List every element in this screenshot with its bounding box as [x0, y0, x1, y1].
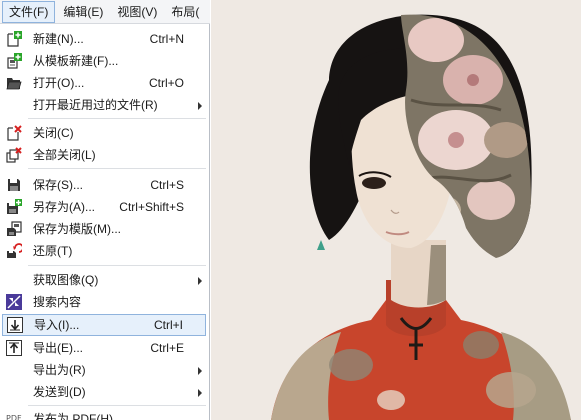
menu-item-export-as[interactable]: 导出为(R) — [0, 359, 208, 381]
menu-bar: 文件(F) 编辑(E) 视图(V) 布局( — [0, 0, 210, 24]
search-content-icon — [6, 294, 22, 310]
menu-item-label: 发布为 PDF(H)... — [33, 412, 123, 420]
menu-item-label: 获取图像(Q) — [33, 273, 99, 287]
menu-item-publish-pdf[interactable]: PDF 发布为 PDF(H)... — [0, 408, 208, 420]
new-from-template-icon — [7, 53, 22, 69]
submenu-arrow-icon — [198, 102, 202, 110]
menu-file[interactable]: 文件(F) — [2, 0, 56, 23]
menu-item-shortcut: Ctrl+O — [148, 76, 184, 90]
menu-item-label: 导入(I)... — [34, 318, 80, 332]
menu-item-save-as-template[interactable]: 保存为模版(M)... — [0, 218, 208, 240]
file-menu-dropdown: 新建(N)... Ctrl+N 从模板新建(F)... 打开(O)... Ctr… — [0, 24, 210, 420]
menu-item-label: 导出(E)... — [33, 341, 83, 355]
submenu-arrow-icon — [198, 367, 202, 375]
menu-separator — [28, 265, 206, 266]
menu-item-send-to[interactable]: 发送到(D) — [0, 381, 208, 403]
menu-view[interactable]: 视图(V) — [111, 1, 163, 23]
close-document-icon — [7, 125, 22, 141]
menu-item-shortcut: Ctrl+I — [153, 318, 183, 332]
submenu-arrow-icon — [198, 389, 202, 397]
menu-layout[interactable]: 布局( — [165, 1, 205, 23]
export-icon — [6, 340, 22, 356]
menu-item-label: 搜索内容 — [33, 295, 82, 309]
document-canvas-image — [211, 0, 581, 420]
menu-item-label: 全部关闭(L) — [33, 148, 96, 162]
menu-separator — [28, 168, 206, 169]
menu-item-shortcut: Ctrl+S — [150, 178, 184, 192]
menu-item-save[interactable]: 保存(S)... Ctrl+S — [0, 174, 208, 196]
menu-item-label: 保存为模版(M)... — [33, 222, 121, 236]
menu-item-new[interactable]: 新建(N)... Ctrl+N — [0, 28, 208, 50]
import-icon — [7, 317, 23, 333]
menu-item-acquire-image[interactable]: 获取图像(Q) — [0, 269, 208, 291]
menu-item-save-as[interactable]: 另存为(A)... Ctrl+Shift+S — [0, 196, 208, 218]
menu-item-label: 新建(N)... — [33, 32, 84, 46]
menu-item-label: 保存(S)... — [33, 178, 83, 192]
menu-item-close-all[interactable]: 全部关闭(L) — [0, 144, 208, 166]
folder-open-icon — [6, 78, 22, 90]
pdf-icon: PDF — [6, 414, 22, 420]
menu-item-shortcut: Ctrl+Shift+S — [119, 200, 184, 214]
menu-separator — [28, 118, 206, 119]
menu-edit[interactable]: 编辑(E) — [57, 1, 109, 23]
save-icon — [8, 179, 20, 191]
menu-item-search-content[interactable]: 搜索内容 — [0, 291, 208, 313]
menu-item-shortcut: Ctrl+E — [150, 341, 184, 355]
menu-item-label: 导出为(R) — [33, 363, 86, 377]
submenu-arrow-icon — [198, 277, 202, 285]
menu-item-revert[interactable]: 还原(T) — [0, 240, 208, 262]
menu-item-export[interactable]: 导出(E)... Ctrl+E — [0, 337, 208, 359]
save-as-icon — [7, 199, 22, 214]
menu-separator — [28, 405, 206, 406]
menu-item-label: 发送到(D) — [33, 385, 86, 399]
menu-item-label: 另存为(A)... — [33, 200, 95, 214]
illustration-girl-portrait — [271, 14, 571, 420]
menu-item-new-from-template[interactable]: 从模板新建(F)... — [0, 50, 208, 72]
menu-item-open[interactable]: 打开(O)... Ctrl+O — [0, 72, 208, 94]
menu-item-close[interactable]: 关闭(C) — [0, 122, 208, 144]
close-all-icon — [6, 147, 22, 163]
new-document-icon — [7, 31, 22, 47]
menu-item-open-recent[interactable]: 打开最近用过的文件(R) — [0, 94, 208, 116]
menu-item-label: 从模板新建(F)... — [33, 54, 119, 68]
menu-item-label: 还原(T) — [33, 244, 73, 258]
menu-item-label: 关闭(C) — [33, 126, 74, 140]
revert-icon — [7, 243, 22, 258]
save-template-icon — [7, 221, 22, 236]
menu-item-import[interactable]: 导入(I)... Ctrl+I — [2, 314, 206, 336]
menu-item-shortcut: Ctrl+N — [149, 32, 184, 46]
menu-item-label: 打开最近用过的文件(R) — [33, 98, 158, 112]
menu-item-label: 打开(O)... — [33, 76, 85, 90]
